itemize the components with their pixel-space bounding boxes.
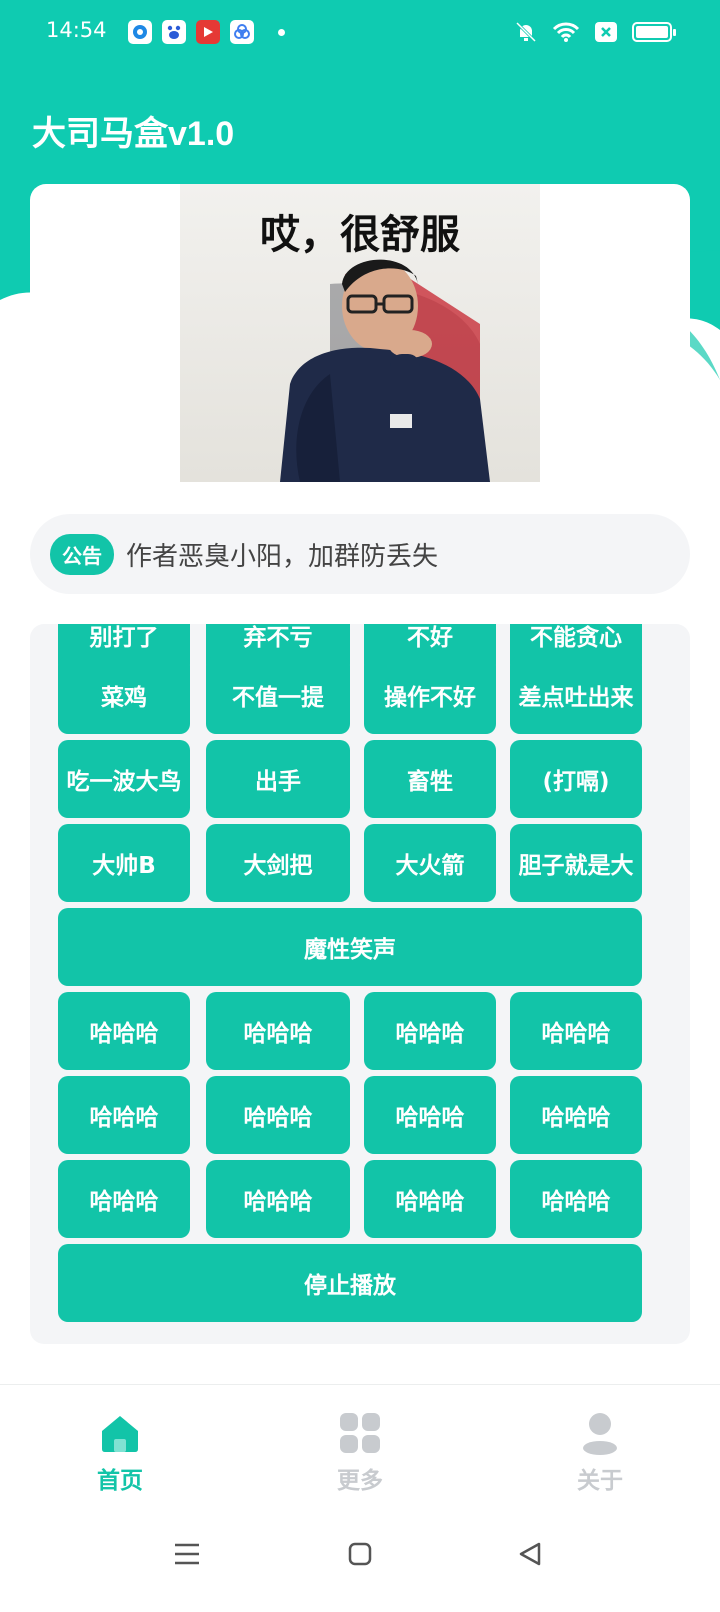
sound-button[interactable]: 哈哈哈 [364, 1160, 496, 1238]
sound-button[interactable]: 哈哈哈 [510, 1076, 642, 1154]
nav-more-label: 更多 [337, 1468, 383, 1494]
sound-button-panel[interactable]: 别打了 弃不亏 不好 不能贪心 菜鸡 不值一提 操作不好 差点吐出来 吃一波大鸟… [30, 624, 690, 1344]
sound-button[interactable]: 哈哈哈 [58, 992, 190, 1070]
sound-button[interactable]: 哈哈哈 [364, 992, 496, 1070]
sound-button[interactable]: 胆子就是大 [510, 824, 642, 902]
battery-icon [632, 22, 676, 42]
announcement-bar: 公告 作者恶臭小阳，加群防丢失 [30, 514, 690, 594]
system-navigation-bar [0, 1520, 720, 1612]
laugh-section-button[interactable]: 魔性笑声 [58, 908, 642, 986]
nav-more[interactable]: 更多 [300, 1385, 420, 1495]
mute-bell-icon [515, 21, 537, 43]
cluster-app-icon [230, 20, 254, 44]
sound-button[interactable]: 操作不好 [364, 656, 496, 734]
sound-button[interactable]: 哈哈哈 [206, 992, 350, 1070]
sound-button[interactable]: 大剑把 [206, 824, 350, 902]
user-icon [583, 1413, 617, 1455]
status-system-icons [514, 20, 676, 44]
wifi-icon [552, 22, 580, 42]
sound-button[interactable]: 哈哈哈 [58, 1076, 190, 1154]
sound-button[interactable]: 哈哈哈 [510, 1160, 642, 1238]
announcement-tag: 公告 [50, 533, 114, 575]
sound-button[interactable]: 哈哈哈 [364, 1076, 496, 1154]
sim-x-icon [595, 22, 617, 42]
person-illustration [280, 259, 490, 482]
sound-button[interactable]: 哈哈哈 [58, 1160, 190, 1238]
bottom-navigation: 首页 更多 关于 [0, 1384, 720, 1494]
grid-icon [340, 1413, 380, 1453]
sound-button[interactable]: 菜鸡 [58, 656, 190, 734]
baidu-paw-app-icon [162, 20, 186, 44]
nav-home-label: 首页 [97, 1468, 143, 1494]
menu-icon[interactable] [174, 1542, 200, 1566]
app-title: 大司马盒v1.0 [32, 115, 235, 153]
sound-button[interactable]: 哈哈哈 [206, 1076, 350, 1154]
back-triangle-icon[interactable] [518, 1542, 542, 1566]
sound-button[interactable]: 大帅B [58, 824, 190, 902]
blue-circle-app-icon [128, 20, 152, 44]
nav-about-label: 关于 [577, 1468, 623, 1494]
sound-button[interactable]: (打嗝) [510, 740, 642, 818]
status-bar: 14:54 [0, 0, 720, 64]
status-notification-icons [128, 20, 285, 44]
stop-playback-button[interactable]: 停止播放 [58, 1244, 642, 1322]
sound-button[interactable]: 哈哈哈 [206, 1160, 350, 1238]
sound-button[interactable]: 大火箭 [364, 824, 496, 902]
sound-button[interactable]: 畜牲 [364, 740, 496, 818]
sound-button[interactable]: 差点吐出来 [510, 656, 642, 734]
red-video-app-icon [196, 20, 220, 44]
banner-meme-image[interactable]: 哎，很舒服 [180, 184, 540, 482]
sound-button[interactable]: 哈哈哈 [510, 992, 642, 1070]
nav-home[interactable]: 首页 [60, 1385, 180, 1495]
sound-button[interactable]: 吃一波大鸟 [58, 740, 190, 818]
home-square-icon[interactable] [348, 1542, 372, 1566]
sound-button[interactable]: 出手 [206, 740, 350, 818]
sound-button[interactable]: 不值一提 [206, 656, 350, 734]
status-time: 14:54 [46, 18, 107, 42]
more-notifications-dot [278, 28, 285, 36]
nav-about[interactable]: 关于 [540, 1385, 660, 1495]
banner-card: 哎，很舒服 [30, 184, 690, 484]
home-icon [102, 1416, 138, 1452]
announcement-text: 作者恶臭小阳，加群防丢失 [126, 541, 439, 572]
